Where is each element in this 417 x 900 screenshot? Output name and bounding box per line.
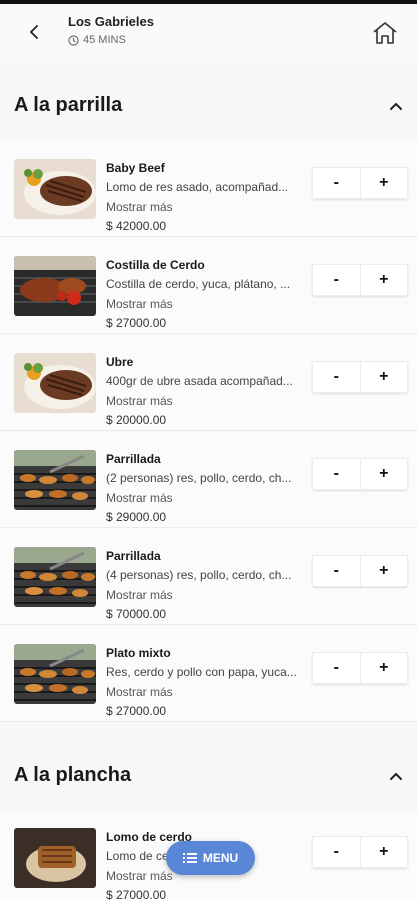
- show-more-link[interactable]: Mostrar más: [106, 869, 173, 883]
- quantity-stepper: - +: [312, 555, 408, 587]
- back-button[interactable]: [20, 18, 48, 46]
- clock-icon: [68, 34, 79, 46]
- increase-button[interactable]: +: [360, 167, 408, 199]
- menu-fab-label: MENU: [202, 851, 239, 865]
- show-more-link[interactable]: Mostrar más: [106, 297, 173, 311]
- increase-button[interactable]: +: [360, 652, 408, 684]
- delivery-time: 45 MINS: [68, 34, 126, 46]
- quantity-stepper: - +: [312, 264, 408, 296]
- home-icon: [373, 22, 397, 44]
- item-price: $ 27000.00: [106, 704, 167, 718]
- home-button[interactable]: [370, 18, 400, 48]
- list-icon: [182, 853, 197, 863]
- item-description: 400gr de ubre asada acompañad...: [106, 374, 293, 388]
- item-price: $ 70000.00: [106, 607, 167, 621]
- steak-plate-image: [14, 159, 96, 219]
- item-name: Parrillada: [106, 549, 161, 563]
- item-description: Lomo de res asado, acompañad...: [106, 180, 289, 194]
- item-price: $ 20000.00: [106, 413, 167, 427]
- decrease-button[interactable]: -: [312, 167, 361, 199]
- decrease-button[interactable]: -: [312, 264, 361, 296]
- chevron-left-icon: [29, 25, 38, 39]
- quantity-stepper: - +: [312, 361, 408, 393]
- menu-item[interactable]: Plato mixto Res, cerdo y pollo con papa,…: [0, 626, 417, 722]
- pork-loin-image: [14, 828, 96, 888]
- item-price: $ 42000.00: [106, 219, 167, 233]
- menu-fab-button[interactable]: MENU: [166, 841, 255, 875]
- increase-button[interactable]: +: [360, 555, 408, 587]
- item-name: Baby Beef: [106, 161, 165, 175]
- chevron-up-icon: [390, 102, 402, 110]
- section-header-plancha[interactable]: A la plancha: [0, 746, 417, 806]
- item-name: Parrillada: [106, 452, 161, 466]
- menu-item[interactable]: Costilla de Cerdo Costilla de cerdo, yuc…: [0, 238, 417, 334]
- item-price: $ 27000.00: [106, 316, 167, 330]
- quantity-stepper: - +: [312, 836, 408, 868]
- show-more-link[interactable]: Mostrar más: [106, 491, 173, 505]
- section-title: A la plancha: [14, 764, 132, 786]
- increase-button[interactable]: +: [360, 458, 408, 490]
- decrease-button[interactable]: -: [312, 458, 361, 490]
- item-description: (4 personas) res, pollo, cerdo, ch...: [106, 568, 292, 582]
- item-name: Ubre: [106, 355, 134, 369]
- collapse-button[interactable]: [386, 768, 406, 784]
- increase-button[interactable]: +: [360, 264, 408, 296]
- decrease-button[interactable]: -: [312, 555, 361, 587]
- decrease-button[interactable]: -: [312, 361, 361, 393]
- quantity-stepper: - +: [312, 458, 408, 490]
- menu-item[interactable]: Ubre 400gr de ubre asada acompañad... Mo…: [0, 335, 417, 431]
- bbq-grill-image: [14, 450, 96, 510]
- menu-item[interactable]: Baby Beef Lomo de res asado, acompañad..…: [0, 141, 417, 237]
- steak-plate-image: [14, 353, 96, 413]
- item-description: Costilla de cerdo, yuca, plátano, ...: [106, 277, 291, 291]
- increase-button[interactable]: +: [360, 836, 408, 868]
- collapse-button[interactable]: [386, 98, 406, 114]
- menu-item[interactable]: Parrillada (4 personas) res, pollo, cerd…: [0, 529, 417, 625]
- item-name: Costilla de Cerdo: [106, 258, 205, 272]
- show-more-link[interactable]: Mostrar más: [106, 685, 173, 699]
- delivery-time-label: 45 MINS: [83, 34, 126, 46]
- bbq-grill-image: [14, 547, 96, 607]
- grilled-ribs-image: [14, 256, 96, 316]
- decrease-button[interactable]: -: [312, 652, 361, 684]
- increase-button[interactable]: +: [360, 361, 408, 393]
- show-more-link[interactable]: Mostrar más: [106, 200, 173, 214]
- chevron-up-icon: [390, 772, 402, 780]
- item-name: Plato mixto: [106, 646, 171, 660]
- section-title: A la parrilla: [14, 94, 123, 116]
- show-more-link[interactable]: Mostrar más: [106, 394, 173, 408]
- restaurant-name: Los Gabrieles: [68, 14, 154, 29]
- item-price: $ 29000.00: [106, 510, 167, 524]
- decrease-button[interactable]: -: [312, 836, 361, 868]
- show-more-link[interactable]: Mostrar más: [106, 588, 173, 602]
- section-header-parrilla[interactable]: A la parrilla: [0, 76, 417, 136]
- item-price: $ 27000.00: [106, 888, 167, 900]
- menu-item[interactable]: Parrillada (2 personas) res, pollo, cerd…: [0, 432, 417, 528]
- bbq-grill-image: [14, 644, 96, 704]
- item-description: (2 personas) res, pollo, cerdo, ch...: [106, 471, 292, 485]
- item-description: Res, cerdo y pollo con papa, yuca...: [106, 665, 297, 679]
- quantity-stepper: - +: [312, 167, 408, 199]
- quantity-stepper: - +: [312, 652, 408, 684]
- app-header: Los Gabrieles 45 MINS: [0, 4, 417, 64]
